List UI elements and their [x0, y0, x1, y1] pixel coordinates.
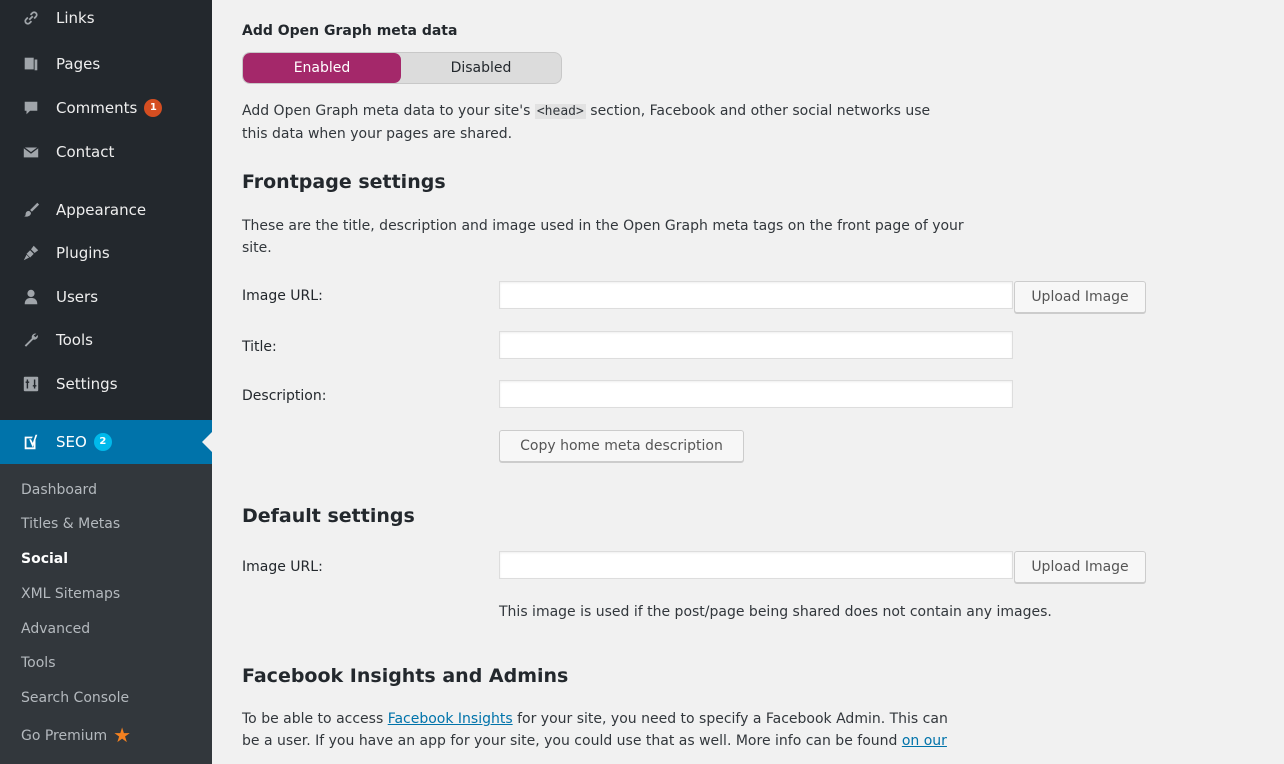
- frontpage-description-label: Description:: [242, 388, 327, 404]
- sidebar-item-links[interactable]: Links: [0, 0, 212, 36]
- sidebar-item-tools[interactable]: Tools: [0, 320, 212, 360]
- sidebar-item-label: Settings: [56, 375, 118, 393]
- facebook-description: To be able to access Facebook Insights f…: [242, 708, 1042, 752]
- desc-text: be a user. If you have an app for your s…: [242, 733, 902, 749]
- toggle-disabled-option[interactable]: Disabled: [401, 53, 561, 83]
- desc-text: These are the title, description and ima…: [242, 218, 964, 234]
- frontpage-description-input[interactable]: [499, 380, 1013, 408]
- users-icon: [21, 287, 41, 307]
- frontpage-image-url-label: Image URL:: [242, 288, 323, 304]
- head-code: <head>: [534, 104, 586, 119]
- star-icon: ★: [113, 723, 132, 747]
- sidebar-item-label: Contact: [56, 143, 115, 161]
- submenu-item-advanced[interactable]: Advanced: [21, 621, 90, 637]
- settings-icon: [21, 374, 41, 394]
- sidebar-item-label: Users: [56, 288, 99, 306]
- sidebar-item-label: Plugins: [56, 244, 110, 262]
- default-settings-heading: Default settings: [242, 505, 415, 527]
- default-image-url-input[interactable]: [499, 551, 1013, 579]
- default-image-url-label: Image URL:: [242, 559, 323, 575]
- sidebar-item-plugins[interactable]: Plugins: [0, 233, 212, 273]
- sidebar-item-label: Pages: [56, 55, 101, 73]
- default-upload-image-button[interactable]: Upload Image: [1014, 551, 1146, 583]
- sidebar-item-comments[interactable]: Comments 1: [0, 88, 212, 128]
- desc-text: site.: [242, 240, 272, 256]
- opengraph-description: Add Open Graph meta data to your site's …: [242, 100, 1022, 145]
- frontpage-heading: Frontpage settings: [242, 171, 446, 193]
- yoast-icon: [21, 432, 41, 452]
- active-menu-arrow: [202, 432, 212, 452]
- copy-home-meta-description-button[interactable]: Copy home meta description: [499, 430, 744, 462]
- sidebar-item-appearance[interactable]: Appearance: [0, 190, 212, 230]
- pages-icon: [21, 54, 41, 74]
- desc-text: for your site, you need to specify a Fac…: [512, 711, 948, 727]
- default-image-help-text: This image is used if the post/page bein…: [499, 604, 1052, 620]
- frontpage-image-url-input[interactable]: [499, 281, 1013, 309]
- main-content: Add Open Graph meta data Enabled Disable…: [212, 0, 1284, 764]
- desc-text: this data when your pages are shared.: [242, 126, 513, 142]
- seo-count-badge: 2: [93, 433, 112, 451]
- comments-icon: [21, 98, 41, 118]
- desc-text: To be able to access: [242, 711, 388, 727]
- comments-count-badge: 1: [144, 99, 163, 117]
- knowledge-base-link[interactable]: on our: [902, 733, 947, 749]
- sidebar-item-contact[interactable]: Contact: [0, 132, 212, 172]
- link-icon: [21, 8, 41, 28]
- seo-submenu: Dashboard Titles & Metas Social XML Site…: [0, 464, 212, 764]
- frontpage-title-label: Title:: [242, 339, 277, 355]
- sidebar-item-label: Links: [56, 9, 95, 27]
- paintbrush-icon: [21, 200, 41, 220]
- sidebar-item-label: Appearance: [56, 201, 147, 219]
- facebook-insights-heading: Facebook Insights and Admins: [242, 665, 569, 687]
- sidebar-item-label: Comments: [56, 99, 138, 117]
- desc-text: section, Facebook and other social netwo…: [585, 103, 931, 119]
- submenu-item-tools[interactable]: Tools: [21, 655, 56, 671]
- frontpage-title-input[interactable]: [499, 331, 1013, 359]
- toggle-enabled-option[interactable]: Enabled: [243, 53, 401, 83]
- envelope-icon: [21, 142, 41, 162]
- opengraph-label: Add Open Graph meta data: [242, 23, 458, 39]
- sidebar-item-pages[interactable]: Pages: [0, 44, 212, 84]
- frontpage-description: These are the title, description and ima…: [242, 215, 1042, 259]
- plugin-icon: [21, 243, 41, 263]
- sidebar-item-settings[interactable]: Settings: [0, 364, 212, 404]
- sidebar-item-label: SEO: [56, 433, 87, 451]
- wrench-icon: [21, 330, 41, 350]
- go-premium-label: Go Premium: [21, 728, 108, 744]
- sidebar-item-label: Tools: [56, 331, 93, 349]
- submenu-item-social[interactable]: Social: [21, 551, 68, 567]
- frontpage-upload-image-button[interactable]: Upload Image: [1014, 281, 1146, 313]
- admin-sidebar: Links Pages Comments 1 Contact Appearanc…: [0, 0, 212, 764]
- submenu-item-go-premium[interactable]: Go Premium ★: [21, 723, 131, 747]
- sidebar-item-users[interactable]: Users: [0, 277, 212, 317]
- facebook-insights-link[interactable]: Facebook Insights: [388, 711, 513, 727]
- sidebar-item-seo[interactable]: SEO 2: [0, 420, 212, 464]
- submenu-item-xml-sitemaps[interactable]: XML Sitemaps: [21, 586, 120, 602]
- submenu-item-dashboard[interactable]: Dashboard: [21, 482, 97, 498]
- opengraph-toggle[interactable]: Enabled Disabled: [242, 52, 562, 84]
- desc-text: Add Open Graph meta data to your site's: [242, 103, 535, 119]
- submenu-item-titles-metas[interactable]: Titles & Metas: [21, 516, 120, 532]
- submenu-item-search-console[interactable]: Search Console: [21, 690, 129, 706]
